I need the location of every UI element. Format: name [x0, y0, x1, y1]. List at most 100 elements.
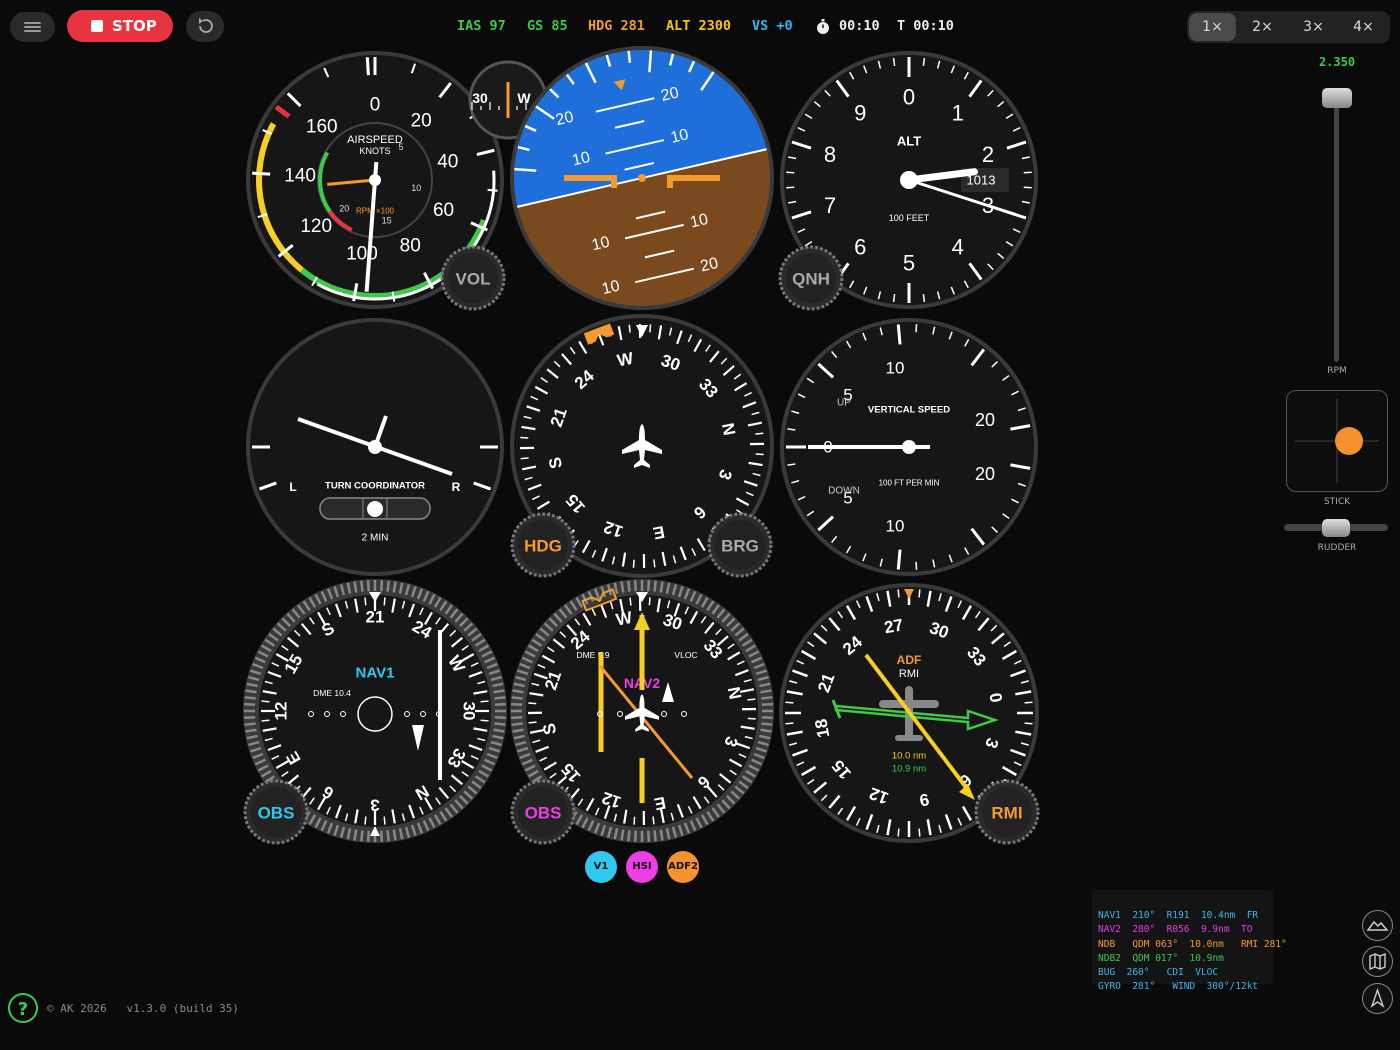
rudder-label: RUDDER [1317, 543, 1357, 553]
tick-mark [252, 171, 271, 176]
knob-obs[interactable]: OBS [243, 779, 309, 845]
rmi-adf-label: ADF [897, 653, 922, 667]
tick-mark [392, 829, 397, 841]
tick-mark [261, 719, 270, 722]
tick-mark [244, 702, 256, 706]
tick-mark [892, 293, 896, 303]
airspeed-label: 140 [284, 165, 316, 186]
mode-adf2-button[interactable]: ADF2 [667, 851, 699, 883]
mode-hsi-button[interactable]: HSI [626, 851, 658, 883]
tick-mark [1024, 722, 1033, 725]
tick-mark [659, 829, 664, 841]
tick-mark [364, 597, 367, 606]
tick-mark [653, 830, 657, 842]
tick-mark [647, 830, 651, 842]
tick-mark [786, 186, 795, 189]
tick-mark [627, 580, 631, 592]
knob-label: OBS [258, 804, 295, 823]
tick-mark [380, 830, 384, 842]
navigation-button[interactable] [1362, 983, 1393, 1014]
compass-label: 3 [370, 796, 379, 815]
vsi-up-label: UP [837, 398, 851, 409]
tick-mark [786, 171, 795, 174]
needle-hub [900, 171, 918, 189]
knob-label: HDG [524, 537, 562, 556]
tick-mark [244, 716, 256, 720]
knob-brg[interactable]: BRG [707, 512, 773, 578]
stick-label: STICK [1323, 497, 1351, 507]
mode-v1-button[interactable]: V1 [585, 851, 617, 883]
rpm-label: RPM ×100 [356, 207, 395, 216]
knob-hdg[interactable]: HDG [510, 512, 576, 578]
rpm-slider-track[interactable] [1334, 90, 1339, 362]
vsi-label: 10 [886, 517, 905, 536]
knob-rmi[interactable]: RMI [974, 779, 1040, 845]
map-icon [1369, 952, 1386, 971]
tick-mark [528, 702, 537, 705]
readout-line: GYRO 281° WIND 300°/12kt [1098, 981, 1259, 993]
knob-obs[interactable]: OBS [510, 779, 576, 845]
tick-mark [360, 830, 364, 842]
mini-compass-label: 30 [472, 90, 488, 106]
needle-hub [369, 174, 381, 186]
tick-mark [760, 728, 772, 733]
compass-label: 21 [366, 608, 385, 627]
rudder-slider-thumb[interactable] [1322, 519, 1350, 537]
altimeter-digit: 9 [854, 100, 866, 125]
knob-label: VOL [456, 270, 491, 289]
tick-mark [364, 816, 367, 825]
tick-mark [365, 57, 370, 76]
tick-mark [392, 581, 397, 593]
mountain-icon [1366, 920, 1389, 931]
footer-version: © AK 2026 v1.3.0 (build 35) [47, 1002, 240, 1015]
airspeed-label: 20 [411, 110, 432, 131]
tick-mark [520, 436, 529, 439]
speed-2x-button[interactable]: 2× [1239, 13, 1286, 41]
tick-mark [511, 722, 523, 726]
rmi-aircraft-tail [895, 735, 923, 741]
tick-mark [633, 816, 636, 825]
compass-arrow-icon [1370, 987, 1385, 1008]
knob-qnh[interactable]: QNH [778, 245, 844, 311]
tick-mark [353, 829, 358, 841]
tick-mark [386, 580, 390, 592]
knob-label: RMI [991, 804, 1022, 823]
tick-mark [1023, 171, 1032, 174]
vsi-sub: 100 FT PER MIN [879, 479, 940, 488]
airspeed-label: 0 [370, 95, 381, 116]
speed-3x-button[interactable]: 3× [1290, 13, 1337, 41]
tick-mark [366, 580, 370, 592]
rpm-slider-thumb[interactable] [1322, 88, 1352, 108]
tick-mark [245, 728, 257, 733]
stick-control[interactable] [1286, 390, 1388, 492]
tick-mark [494, 722, 506, 726]
tick-mark [245, 689, 257, 694]
help-button[interactable]: ? [8, 993, 38, 1023]
tick-mark [494, 702, 506, 706]
tick-mark [918, 828, 921, 837]
altimeter-label: ALT [897, 134, 921, 149]
mini-compass-label: W [517, 90, 531, 106]
tick-mark [512, 689, 524, 694]
speed-1x-button[interactable]: 1× [1189, 13, 1236, 41]
terrain-button[interactable] [1362, 910, 1393, 941]
tick-mark [896, 324, 902, 345]
tick-mark [620, 829, 625, 841]
tick-mark [760, 689, 772, 694]
turn-left-label: L [289, 480, 296, 494]
turn-coordinator-title: TURN COORDINATOR [325, 481, 425, 492]
slip-ball [367, 501, 383, 517]
tick-mark [897, 828, 900, 837]
speed-4x-button[interactable]: 4× [1340, 13, 1387, 41]
turn-coordinator: L R TURN COORDINATOR 2 MIN [246, 318, 504, 576]
tick-mark [487, 188, 498, 192]
tick-mark [649, 324, 652, 333]
altimeter-digit: 6 [854, 235, 866, 260]
instrument-panel: 020406080100120140160AIRSPEEDKNOTS 510152… [243, 46, 1040, 845]
compass-label: 12 [272, 702, 291, 721]
stick-position-dot[interactable] [1335, 427, 1363, 455]
hsi: N36E1215S2124W3033NAV2DME 9.9VLOCOBS [510, 579, 774, 845]
knob-vol[interactable]: VOL [440, 245, 506, 311]
altimeter-digit: 4 [952, 235, 964, 260]
map-button[interactable] [1362, 946, 1393, 977]
